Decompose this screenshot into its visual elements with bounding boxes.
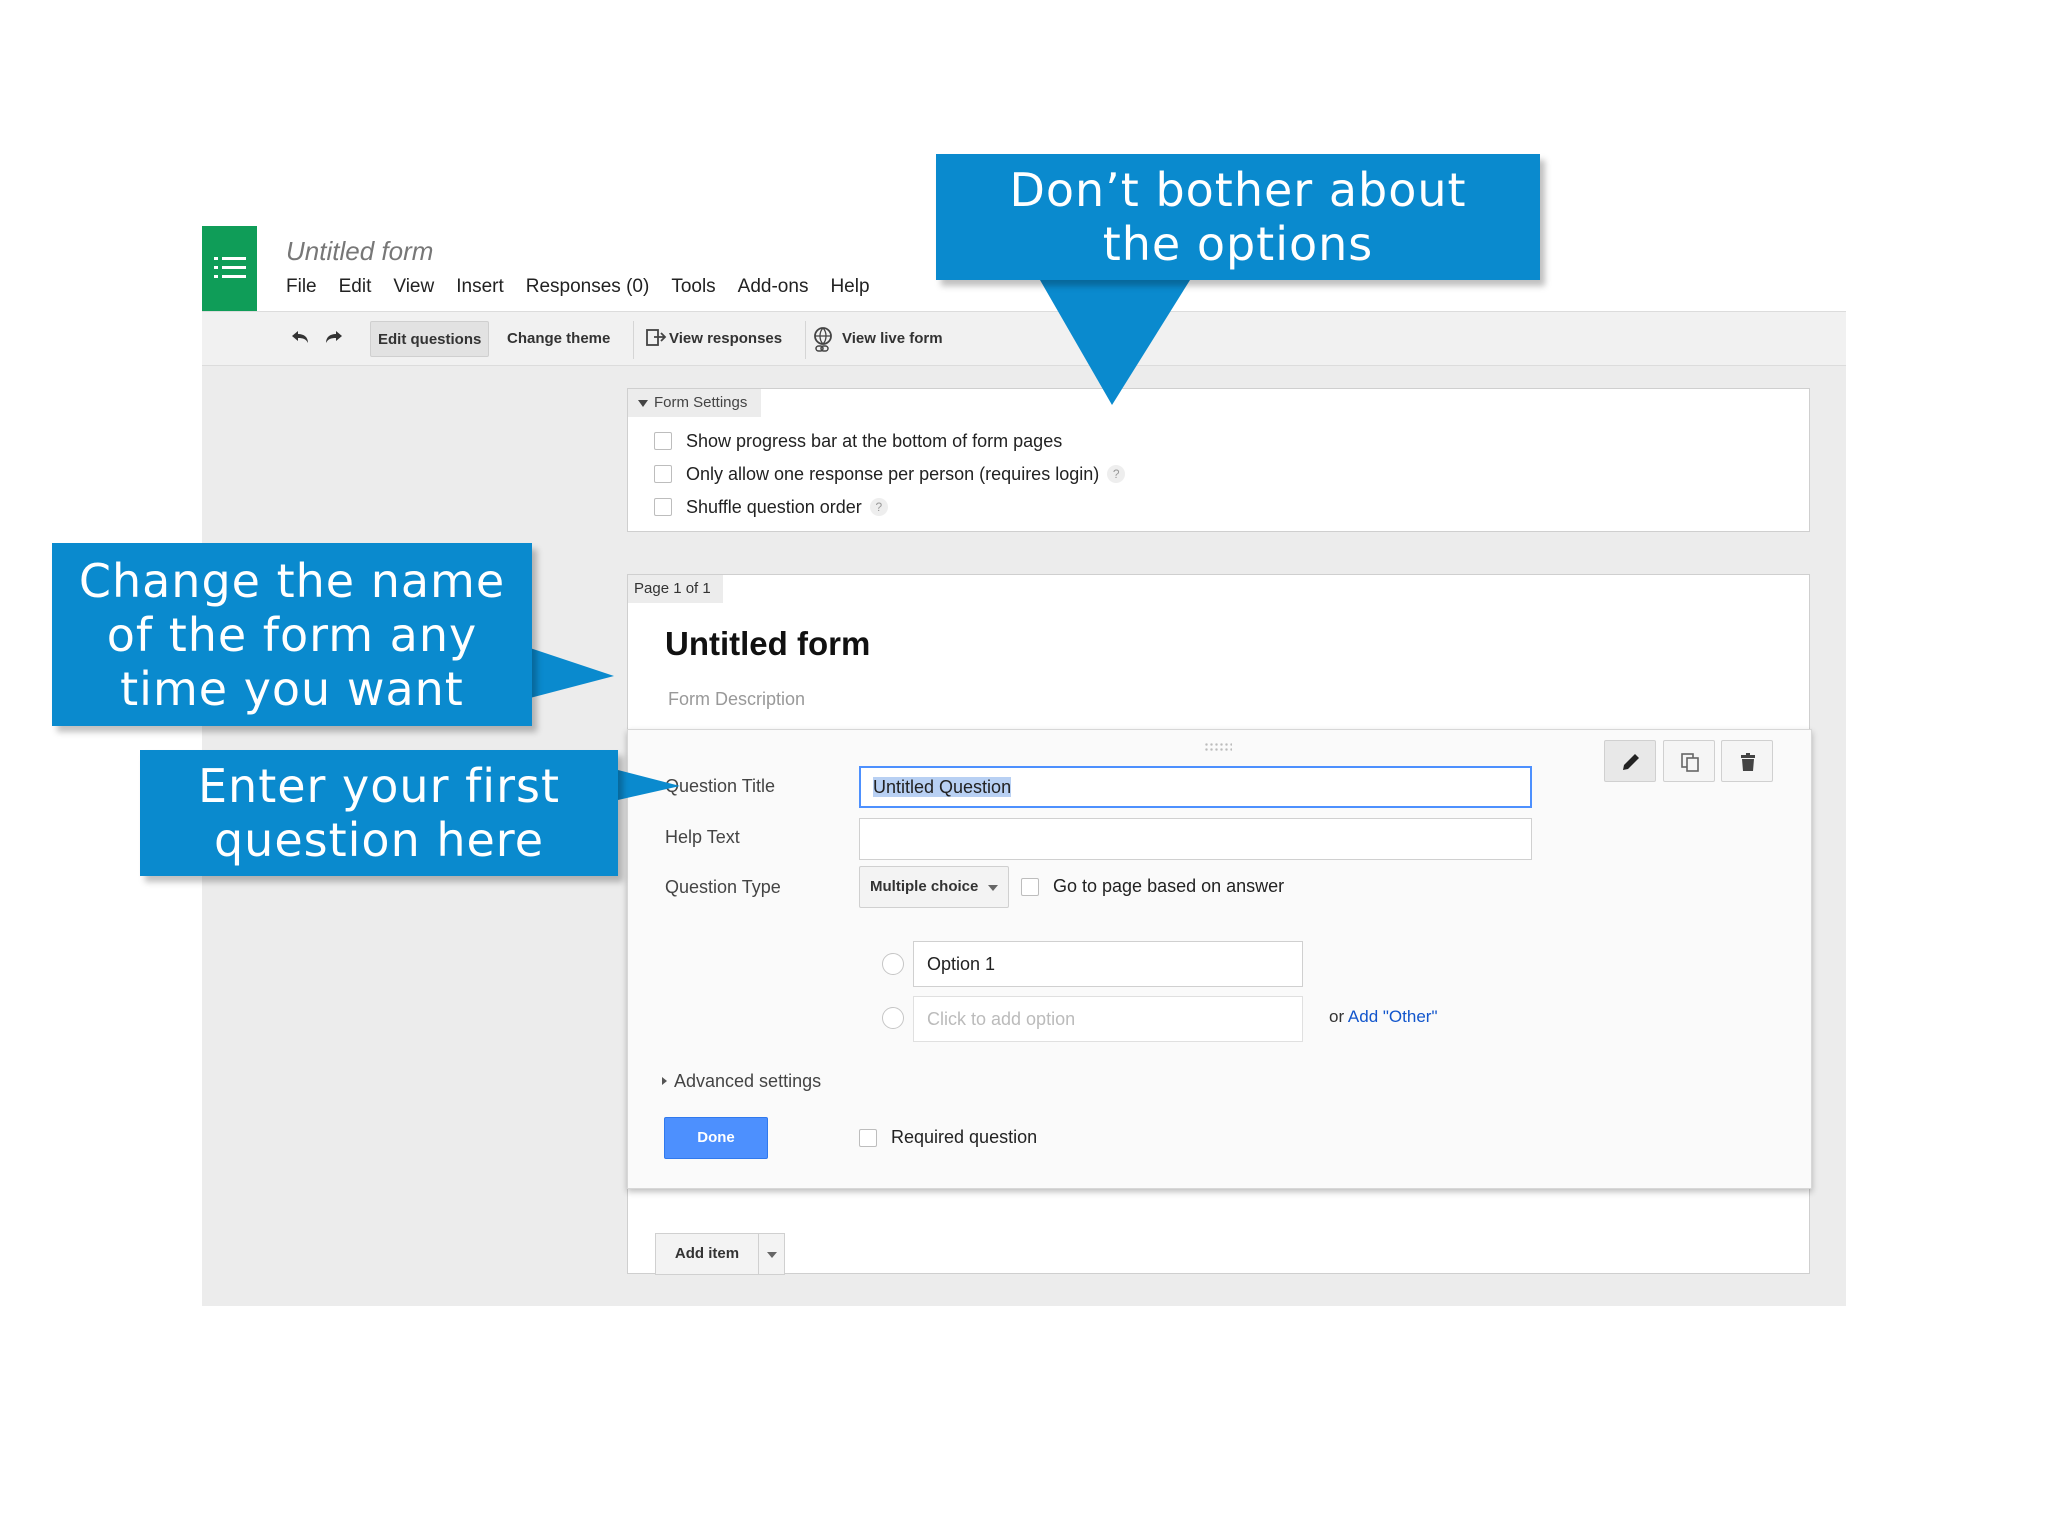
question-callout-pointer (618, 770, 680, 800)
callout-form-name: Change the name of the form any time you… (52, 543, 532, 726)
callout-options: Don’t bother about the options (936, 154, 1540, 280)
callout-first-question: Enter your first question here (140, 750, 618, 876)
options-callout-pointer (1040, 280, 1190, 405)
name-callout-pointer (530, 648, 614, 698)
